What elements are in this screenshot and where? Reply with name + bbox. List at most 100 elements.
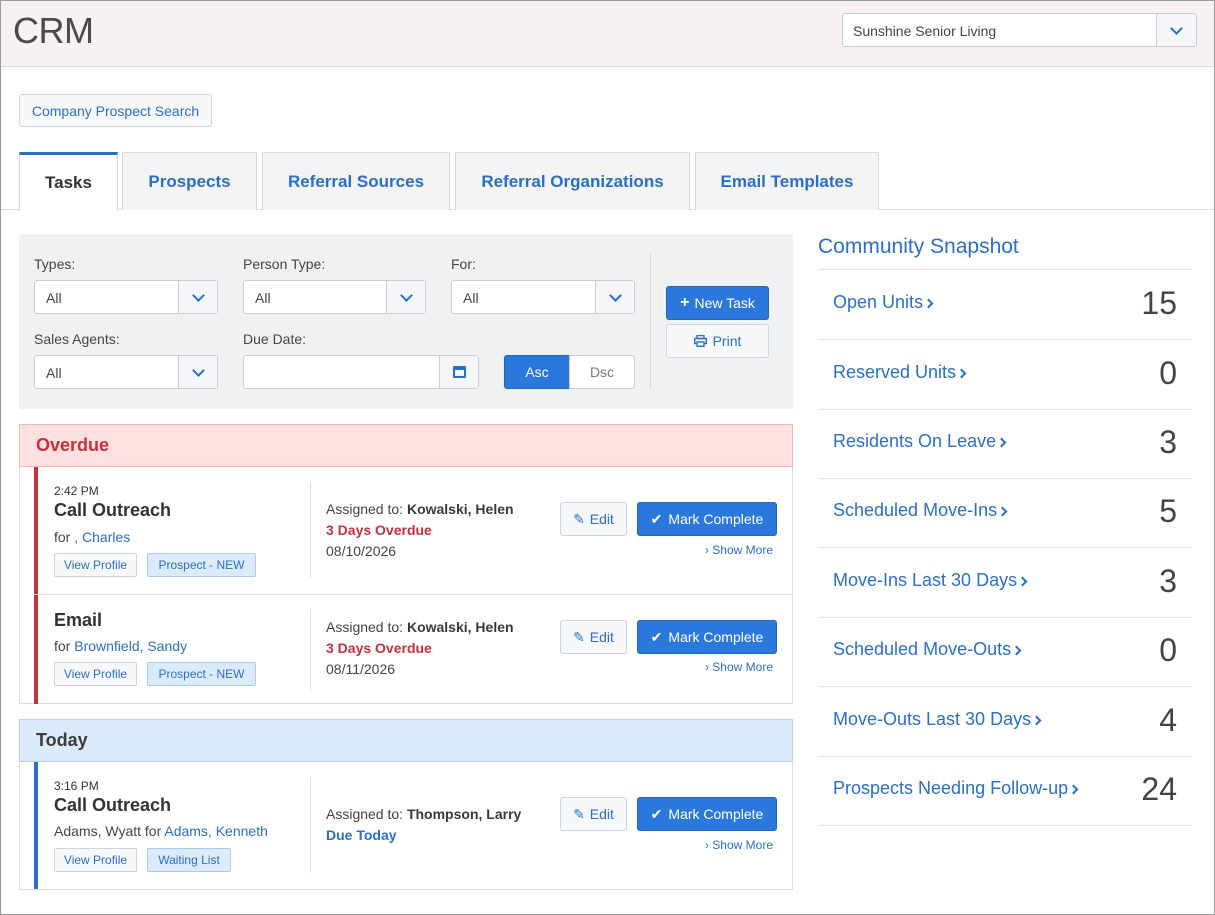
mark-complete-button[interactable]: ✔ Mark Complete [637,502,777,536]
task-item: 2:42 PM Call Outreach for , Charles View… [34,467,793,594]
task-for-link[interactable]: Adams, Kenneth [164,823,268,839]
calendar-button[interactable] [439,356,478,388]
mark-complete-button[interactable]: ✔ Mark Complete [637,797,777,831]
snapshot-label: Open Units [833,292,924,312]
types-dropdown-button[interactable] [178,281,217,313]
chevron-right-icon [1017,576,1028,587]
overdue-group-header: Overdue [19,424,793,467]
snapshot-label: Reserved Units [833,362,957,382]
overdue-group-body: 2:42 PM Call Outreach for , Charles View… [19,467,793,704]
view-profile-button[interactable]: View Profile [54,848,137,872]
check-icon: ✔ [650,628,663,645]
print-button[interactable]: Print [666,324,769,358]
show-more-link[interactable]: › Show More [705,660,773,674]
task-divider [310,482,311,578]
tab-email-templates[interactable]: Email Templates [695,152,879,210]
snapshot-row-residents-on-leave[interactable]: Residents On Leave 3 [818,409,1192,478]
sort-asc-button[interactable]: Asc [504,355,570,389]
chevron-down-icon [1170,21,1183,35]
task-for-line: for Brownfield, Sandy [54,638,187,654]
snapshot-value: 24 [1141,771,1177,807]
snapshot-row-open-units[interactable]: Open Units 15 [818,270,1192,339]
task-divider [310,777,311,873]
sales-agents-select[interactable]: All [34,355,218,389]
new-task-label: New Task [694,295,755,311]
assigned-label: Assigned to: [326,806,404,822]
snapshot-link[interactable]: Prospects Needing Follow-up [833,778,1079,799]
chevron-right-icon: › [704,838,709,852]
chevron-down-icon [191,288,205,302]
pencil-icon: ✎ [573,628,585,645]
new-task-button[interactable]: + New Task [666,286,769,320]
snapshot-link[interactable]: Open Units [833,292,934,313]
chevron-down-icon [608,288,622,302]
status-badge: Prospect - NEW [147,553,256,577]
snapshot-link[interactable]: Scheduled Move-Ins [833,500,1008,521]
snapshot-row-move-outs-last-30-days[interactable]: Move-Outs Last 30 Days 4 [818,687,1192,756]
due-date-input[interactable] [243,355,479,389]
assigned-label: Assigned to: [326,501,404,517]
task-for-prefix: for [54,638,75,654]
snapshot-value: 5 [1159,493,1177,529]
snapshot-link[interactable]: Move-Outs Last 30 Days [833,709,1042,730]
chevron-right-icon [997,506,1008,517]
sort-dsc-button[interactable]: Dsc [569,355,635,389]
today-group-header: Today [19,719,793,762]
print-label: Print [712,333,742,349]
snapshot-link[interactable]: Scheduled Move-Outs [833,639,1022,660]
task-assigned: Assigned to: Kowalski, Helen [326,619,514,635]
task-type: Email [54,610,103,630]
task-for-prefix: for [54,529,75,545]
types-value: All [46,290,62,306]
types-select[interactable]: All [34,280,218,314]
person-type-select[interactable]: All [243,280,426,314]
snapshot-link[interactable]: Reserved Units [833,362,967,383]
show-more-link[interactable]: › Show More [705,838,773,852]
chevron-right-icon: › [704,660,709,674]
snapshot-label: Scheduled Move-Outs [833,639,1012,659]
snapshot-value: 0 [1159,632,1177,668]
view-profile-button[interactable]: View Profile [54,662,137,686]
company-prospect-search-button[interactable]: Company Prospect Search [19,94,212,127]
snapshot-row-reserved-units[interactable]: Reserved Units 0 [818,340,1192,409]
person-type-dropdown-button[interactable] [386,281,425,313]
today-group-body: 3:16 PM Call Outreach Adams, Wyatt for A… [19,762,793,890]
snapshot-row-prospects-needing-follow-up[interactable]: Prospects Needing Follow-up 24 [818,756,1192,825]
tab-tasks[interactable]: Tasks [19,152,118,210]
for-value: All [463,290,479,306]
task-for-link[interactable]: , Charles [74,529,130,545]
community-select[interactable]: Sunshine Senior Living [842,13,1197,47]
snapshot-row-scheduled-move-outs[interactable]: Scheduled Move-Outs 0 [818,617,1192,686]
check-icon: ✔ [650,805,663,822]
edit-button[interactable]: ✎ Edit [560,502,627,536]
chevron-right-icon [996,437,1007,448]
assigned-name: Thompson, Larry [406,806,522,822]
task-divider [310,609,311,691]
tab-referral-sources[interactable]: Referral Sources [262,152,450,210]
tab-prospects[interactable]: Prospects [122,152,257,210]
community-dropdown-button[interactable] [1156,14,1196,46]
edit-button[interactable]: ✎ Edit [560,797,627,831]
sales-agents-value: All [46,365,62,381]
mark-complete-label: Mark Complete [668,629,764,645]
edit-button[interactable]: ✎ Edit [560,620,627,654]
sales-agents-dropdown-button[interactable] [178,356,217,388]
pencil-icon: ✎ [573,805,585,822]
snapshot-link[interactable]: Move-Ins Last 30 Days [833,570,1028,591]
chevron-right-icon [956,368,967,379]
snapshot-row-move-ins-last-30-days[interactable]: Move-Ins Last 30 Days 3 [818,548,1192,617]
view-profile-button[interactable]: View Profile [54,553,137,577]
show-more-link[interactable]: › Show More [705,543,773,557]
status-badge: Prospect - NEW [147,662,256,686]
tab-referral-organizations[interactable]: Referral Organizations [455,152,690,210]
chevron-right-icon: › [704,543,709,557]
snapshot-link[interactable]: Residents On Leave [833,431,1007,452]
for-select[interactable]: All [451,280,635,314]
snapshot-value: 15 [1141,285,1177,321]
snapshot-row-scheduled-move-ins[interactable]: Scheduled Move-Ins 5 [818,478,1192,547]
for-dropdown-button[interactable] [595,281,634,313]
task-for-link[interactable]: Brownfield, Sandy [74,638,187,654]
mark-complete-button[interactable]: ✔ Mark Complete [637,620,777,654]
task-for-prefix: Adams, Wyatt for [54,823,165,839]
due-date-label: Due Date: [243,331,307,347]
